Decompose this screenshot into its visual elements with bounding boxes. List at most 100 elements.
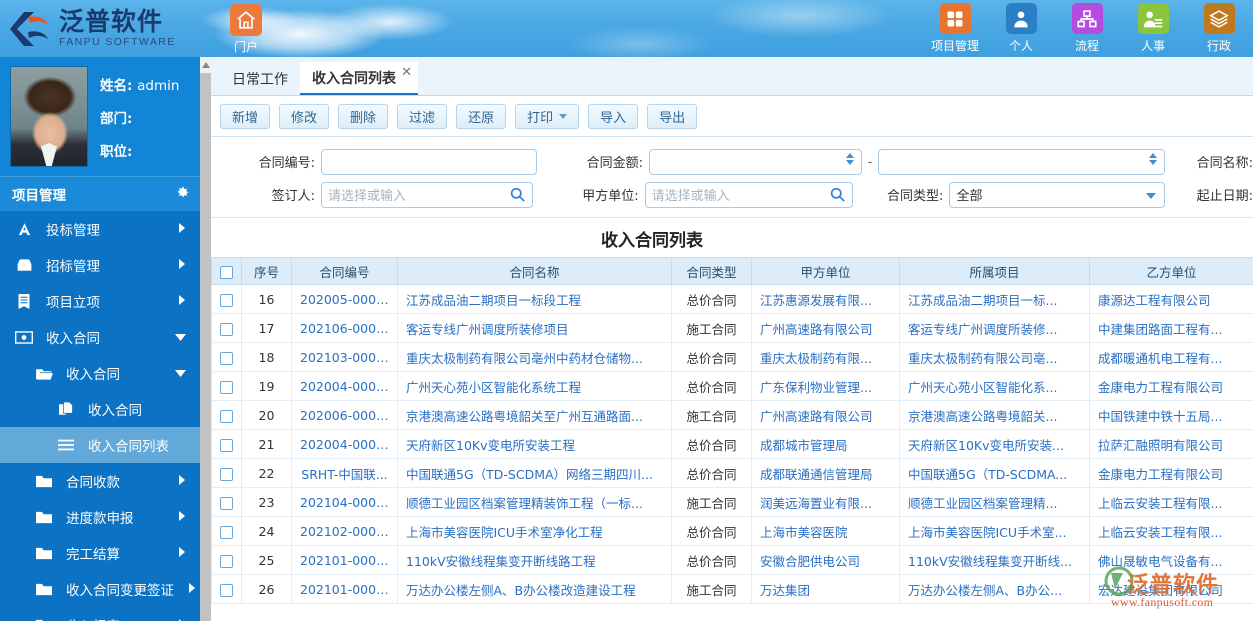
cell-seq: 22 [241, 458, 292, 488]
row-checkbox[interactable] [220, 322, 233, 336]
nav-item-project[interactable]: 项目管理 [929, 3, 981, 54]
row-checkbox-cell[interactable] [211, 574, 242, 604]
row-checkbox[interactable] [220, 293, 233, 307]
cell-contract-name: 万达办公楼左侧A、B办公楼改造建设工程 [397, 574, 672, 604]
tab-income-contract-list[interactable]: 收入合同列表 ✕ [300, 62, 418, 95]
search-icon[interactable] [510, 187, 525, 205]
row-checkbox-cell[interactable] [211, 487, 242, 517]
edit-button[interactable]: 修改 [279, 103, 330, 129]
contract-amount-from-input[interactable] [648, 148, 862, 175]
select-all-checkbox[interactable] [220, 265, 233, 279]
sidebar-item-progress-payment[interactable]: 进度款申报 [0, 499, 200, 535]
row-checkbox[interactable] [220, 438, 233, 452]
col-contract-type[interactable]: 合同类型 [671, 257, 752, 285]
cell-party-b: 拉萨汇融照明有限公司 [1089, 429, 1253, 459]
col-contract-name[interactable]: 合同名称 [397, 257, 672, 285]
table-row[interactable]: 24 202102-00001 上海市美容医院ICU手术室净化工程 总价合同 上海市美容… [211, 516, 1253, 546]
signer-input[interactable]: 请选择或输入 [321, 181, 533, 208]
nav-label: 流程 [1074, 39, 1099, 53]
print-button[interactable]: 打印 [515, 103, 580, 129]
row-checkbox[interactable] [220, 351, 233, 365]
table-row[interactable]: 18 202103-00002 重庆太极制药有限公司亳州中药材仓储物... 总价合同重… [211, 342, 1253, 372]
cell-party-a: 广东保利物业管理... [751, 371, 900, 401]
table-row[interactable]: 20 202006-00004 京港澳高速公路粤境韶关至广州互通路面... 施工合同广… [211, 400, 1253, 430]
table-row[interactable]: 21 202004-00006 天府新区10Kv变电所安装工程 总价合同 成都城市管理局… [211, 429, 1253, 459]
row-checkbox[interactable] [220, 554, 233, 568]
gear-icon[interactable] [175, 185, 190, 203]
nav-item-personal[interactable]: 个人 [995, 3, 1047, 54]
table-row[interactable]: 17 202106-00001 客运专线广州调度所装修项目 施工合同 广州高速路有限公司… [211, 313, 1253, 343]
close-icon[interactable]: ✕ [401, 65, 412, 80]
brand-logo[interactable]: 泛普软件 FANPU SOFTWARE [0, 0, 210, 57]
cell-seq: 26 [241, 574, 292, 604]
cell-seq: 17 [241, 313, 292, 343]
col-party-a[interactable]: 甲方单位 [751, 257, 900, 285]
cell-project: 客运专线广州调度所装修... [899, 313, 1090, 343]
sidebar-scrollbar[interactable] [200, 57, 211, 621]
portal-button[interactable]: 门户 [221, 4, 271, 55]
delete-button[interactable]: 删除 [338, 103, 389, 129]
table-row[interactable]: 19 202004-00007 广州天心苑小区智能化系统工程 总价合同 广东保利物业管理… [211, 371, 1253, 401]
row-checkbox-cell[interactable] [211, 458, 242, 488]
nav-item-hr[interactable]: 人事 [1127, 3, 1179, 54]
cell-contract-type: 施工合同 [671, 313, 752, 343]
sidebar-item-completion-settlement[interactable]: 完工结算 [0, 535, 200, 571]
row-checkbox[interactable] [220, 409, 233, 423]
row-checkbox-cell[interactable] [211, 545, 242, 575]
nav-item-workflow[interactable]: 流程 [1061, 3, 1113, 54]
sidebar-item-income-contract-list[interactable]: 收入合同列表 [0, 427, 200, 463]
export-button[interactable]: 导出 [647, 103, 698, 129]
sidebar-item-income-reports[interactable]: 收入报表 [0, 607, 200, 621]
row-checkbox[interactable] [220, 467, 233, 481]
sidebar-item-bid-management[interactable]: 投标管理 [0, 211, 200, 247]
row-checkbox[interactable] [220, 380, 233, 394]
col-contract-no[interactable]: 合同编号 [291, 257, 398, 285]
search-icon[interactable] [830, 187, 846, 205]
row-checkbox-cell[interactable] [211, 342, 242, 372]
table-row[interactable]: 16 202005-00003 江苏成品油二期项目一标段工程 总价合同 江苏惠源发展有限… [211, 284, 1253, 314]
sidebar-item-label: 收入合同 [46, 331, 100, 347]
nav-item-admin[interactable]: 行政 [1193, 3, 1245, 54]
sidebar-item-contract-receipts[interactable]: 合同收款 [0, 463, 200, 499]
cell-project: 广州天心苑小区智能化系... [899, 371, 1090, 401]
sidebar-item-income-contract-group[interactable]: 收入合同 [0, 355, 200, 391]
row-checkbox[interactable] [220, 583, 233, 597]
cell-seq: 19 [241, 371, 292, 401]
party-a-input[interactable]: 请选择或输入 [644, 181, 854, 208]
col-seq[interactable]: 序号 [241, 257, 292, 285]
contract-amount-to-input[interactable] [877, 148, 1166, 175]
table-row[interactable]: 26 202101-00002 万达办公楼左侧A、B办公楼改造建设工程 施工合同 万达集… [211, 574, 1253, 604]
grid-title: 收入合同列表 [601, 231, 703, 251]
row-checkbox-cell[interactable] [211, 400, 242, 430]
cell-contract-type: 总价合同 [671, 516, 752, 546]
sidebar-item-income-contract-entry[interactable]: 收入合同 [0, 391, 200, 427]
tab-daily-work[interactable]: 日常工作 [220, 62, 300, 95]
sidebar-item-project-initiation[interactable]: 项目立项 [0, 283, 200, 319]
row-checkbox-cell[interactable] [211, 429, 242, 459]
user-name-row: 姓名: admin [100, 74, 179, 94]
row-checkbox-cell[interactable] [211, 284, 242, 314]
stepper-icon[interactable] [1149, 152, 1158, 165]
table-row[interactable]: 23 202104-00001 顺德工业园区档案管理精装饰工程（一标... 施工合同润… [211, 487, 1253, 517]
stepper-icon[interactable] [845, 152, 854, 165]
contract-type-select[interactable]: 全部 [949, 181, 1165, 208]
import-button[interactable]: 导入 [588, 103, 639, 129]
sidebar-item-contract-change-visa[interactable]: 收入合同变更签证 [0, 571, 200, 607]
filter-button[interactable]: 过滤 [397, 103, 448, 129]
row-checkbox-cell[interactable] [211, 516, 242, 546]
add-button[interactable]: 新增 [220, 103, 271, 129]
sidebar-item-income-contract[interactable]: 收入合同 [0, 319, 200, 355]
table-row[interactable]: 25 202101-00003 110kV安徽线程集变开断线路工程 总价合同 安徽合肥供… [211, 545, 1253, 575]
sidebar-item-tender-management[interactable]: 招标管理 [0, 247, 200, 283]
col-project[interactable]: 所属项目 [899, 257, 1090, 285]
table-row[interactable]: 22 SRHT-中国联... 中国联通5G（TD-SCDMA）网络三期四川... 总价… [211, 458, 1253, 488]
row-checkbox-cell[interactable] [211, 313, 242, 343]
restore-button[interactable]: 还原 [456, 103, 507, 129]
row-checkbox[interactable] [220, 525, 233, 539]
scroll-up-arrow-icon[interactable] [200, 57, 211, 73]
contract-no-input[interactable] [321, 148, 537, 175]
row-checkbox[interactable] [220, 496, 233, 510]
scrollbar-thumb[interactable] [200, 73, 211, 621]
col-party-b[interactable]: 乙方单位 [1089, 257, 1253, 285]
row-checkbox-cell[interactable] [211, 371, 242, 401]
